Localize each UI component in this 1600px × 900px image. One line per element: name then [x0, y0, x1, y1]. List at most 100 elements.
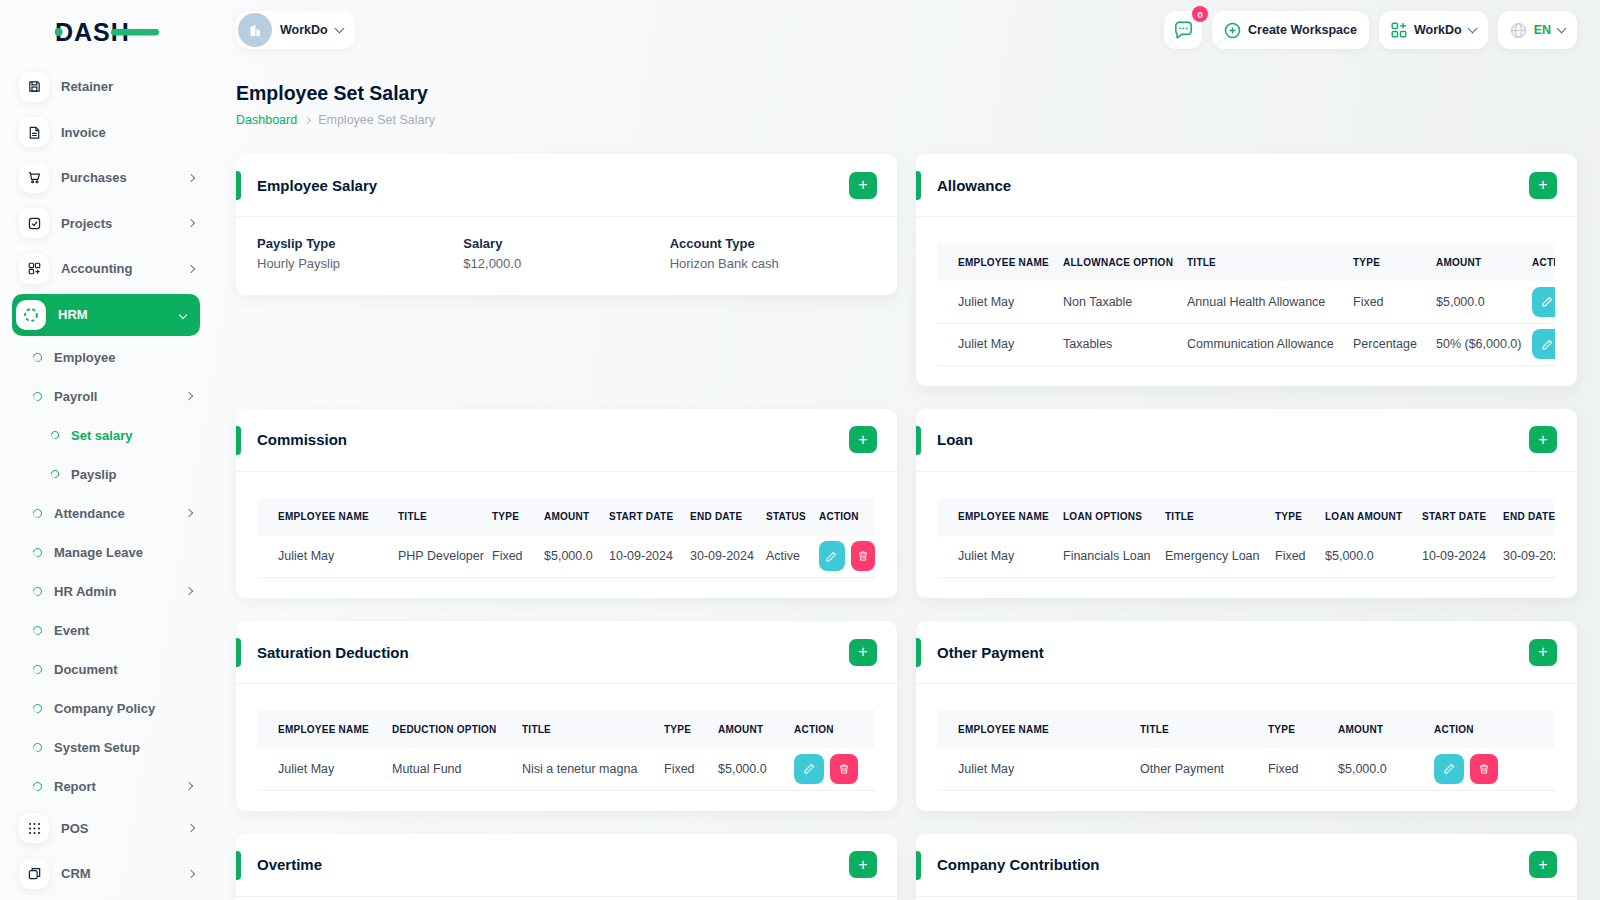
table-header-row: EMPLOYEE NAMETITLETYPEAMOUNTSTART DATEEN… [257, 498, 875, 536]
column-header: DEDUCTION OPTION [371, 710, 501, 748]
app-logo[interactable]: DASH [0, 0, 210, 64]
loan-table: EMPLOYEE NAMELOAN OPTIONSTITLETYPELOAN A… [937, 498, 1555, 579]
workspace-name: WorkDo [280, 23, 328, 37]
edit-button[interactable] [1434, 754, 1464, 784]
hrm-icon [16, 300, 46, 330]
card-other-payment: Other Payment + EMPLOYEE NAMETITLETYPEAM… [916, 621, 1577, 811]
saturation-deduction-header: Saturation Deduction + [236, 621, 897, 684]
bullet-icon [31, 624, 44, 637]
column-header: TITLE [1166, 243, 1332, 281]
sidebar-item-company-policy[interactable]: Company Policy [0, 689, 210, 728]
add-overtime-button[interactable]: + [849, 851, 877, 878]
edit-button[interactable] [1532, 329, 1555, 359]
invoice-icon [19, 117, 49, 147]
sidebar-item-hrm[interactable]: HRM [12, 294, 200, 336]
main-content: WorkDo 0 Create Workspace [210, 0, 1600, 900]
chevron-down-icon [1467, 23, 1477, 33]
column-header: TYPE [1247, 710, 1317, 748]
add-commission-button[interactable]: + [849, 426, 877, 453]
sidebar-item-purchases[interactable]: Purchases [0, 155, 210, 201]
sidebar-item-report[interactable]: Report [0, 767, 210, 806]
sidebar-item-document[interactable]: Document [0, 650, 210, 689]
column-header: TITLE [377, 498, 471, 536]
breadcrumb-dashboard[interactable]: Dashboard [236, 113, 297, 127]
column-header: START DATE [1401, 498, 1482, 536]
column-header: EMPLOYEE NAME [937, 710, 1119, 748]
create-workspace-label: Create Workspace [1248, 23, 1357, 37]
sidebar-item-accounting[interactable]: Accounting [0, 246, 210, 292]
card-allowance: Allowance + EMPLOYEE NAMEALLOWNACE OPTIO… [916, 154, 1577, 386]
delete-button[interactable] [1470, 754, 1498, 784]
messages-button[interactable]: 0 [1164, 11, 1202, 49]
add-employee-salary-button[interactable]: + [849, 172, 877, 199]
edit-button[interactable] [819, 541, 845, 571]
chat-icon [1172, 19, 1195, 42]
employee-salary-header: Employee Salary + [236, 154, 897, 217]
sidebar-item-system-setup[interactable]: System Setup [0, 728, 210, 767]
table-row: Juliet MayTaxablesCommunication Allowanc… [937, 323, 1555, 365]
column-header: EMPLOYEE NAME [257, 498, 377, 536]
chevron-right-icon [187, 219, 195, 227]
sidebar-item-employee[interactable]: Employee [0, 338, 210, 377]
column-header: TYPE [1332, 243, 1415, 281]
add-other-payment-button[interactable]: + [1529, 639, 1557, 666]
add-saturation-deduction-button[interactable]: + [849, 639, 877, 666]
sidebar-item-crm[interactable]: CRM [0, 851, 210, 897]
chevron-down-icon [334, 23, 344, 33]
workspace-menu-label: WorkDo [1414, 23, 1462, 37]
page-title: Employee Set Salary [236, 82, 1577, 105]
allowance-table: EMPLOYEE NAMEALLOWNACE OPTIONTITLETYPEAM… [937, 243, 1555, 366]
bullet-icon [31, 663, 44, 676]
workspace-menu-button[interactable]: WorkDo [1379, 11, 1488, 49]
column-header: START DATE [588, 498, 669, 536]
building-icon [246, 21, 264, 39]
chevron-right-icon [185, 392, 193, 400]
column-header: TITLE [1144, 498, 1254, 536]
sidebar-item-hr-admin[interactable]: HR Admin [0, 572, 210, 611]
column-header: AMOUNT [523, 498, 588, 536]
delete-button[interactable] [830, 754, 858, 784]
other-payment-table: EMPLOYEE NAMETITLETYPEAMOUNTACTIONJuliet… [937, 710, 1555, 791]
sidebar-item-payslip[interactable]: Payslip [0, 455, 210, 494]
chevron-down-icon [179, 310, 187, 318]
card-commission: Commission + EMPLOYEE NAMETITLETYPEAMOUN… [236, 409, 897, 599]
bullet-icon [31, 507, 44, 520]
card-overtime: Overtime + [236, 834, 897, 900]
sidebar-item-projects[interactable]: Projects [0, 201, 210, 247]
sidebar-item-set-salary[interactable]: Set salary [0, 416, 210, 455]
card-loan: Loan + EMPLOYEE NAMELOAN OPTIONSTITLETYP… [916, 409, 1577, 599]
sidebar-item-pos[interactable]: POS [0, 806, 210, 852]
language-label: EN [1534, 23, 1551, 37]
delete-button[interactable] [851, 541, 875, 571]
add-loan-button[interactable]: + [1529, 426, 1557, 453]
card-company-contribution: Company Contribution + [916, 834, 1577, 900]
sidebar-item-attendance[interactable]: Attendance [0, 494, 210, 533]
language-button[interactable]: EN [1498, 11, 1577, 49]
sidebar-item-event[interactable]: Event [0, 611, 210, 650]
edit-button[interactable] [1532, 287, 1555, 317]
card-title: Other Payment [937, 644, 1044, 661]
chevron-right-icon [187, 870, 195, 878]
sidebar-item-manage-leave[interactable]: Manage Leave [0, 533, 210, 572]
edit-button[interactable] [794, 754, 824, 784]
sidebar: DASH RetainerInvoicePurchasesProjectsAcc… [0, 0, 210, 900]
workspace-switcher[interactable]: WorkDo [236, 11, 355, 49]
sidebar-item-retainer[interactable]: Retainer [0, 64, 210, 110]
sidebar-item-payroll[interactable]: Payroll [0, 377, 210, 416]
add-allowance-button[interactable]: + [1529, 172, 1557, 199]
column-header: STATUS [745, 498, 798, 536]
grid-plus-icon [1391, 22, 1407, 38]
column-header: ACTION [1413, 710, 1555, 748]
pos-icon [19, 813, 49, 843]
bullet-icon [31, 546, 44, 559]
sidebar-item-invoice[interactable]: Invoice [0, 110, 210, 156]
sidebar-nav: RetainerInvoicePurchasesProjectsAccounti… [0, 64, 210, 897]
create-workspace-button[interactable]: Create Workspace [1212, 11, 1369, 49]
add-company-contribution-button[interactable]: + [1529, 851, 1557, 878]
card-title: Employee Salary [257, 177, 377, 194]
app-root: DASH RetainerInvoicePurchasesProjectsAcc… [0, 0, 1600, 900]
card-employee-salary: Employee Salary + Payslip Type Hourly Pa… [236, 154, 897, 295]
card-title: Company Contribution [937, 856, 1099, 873]
bullet-icon [31, 351, 44, 364]
payslip-type-field: Payslip Type Hourly Payslip [257, 236, 463, 271]
